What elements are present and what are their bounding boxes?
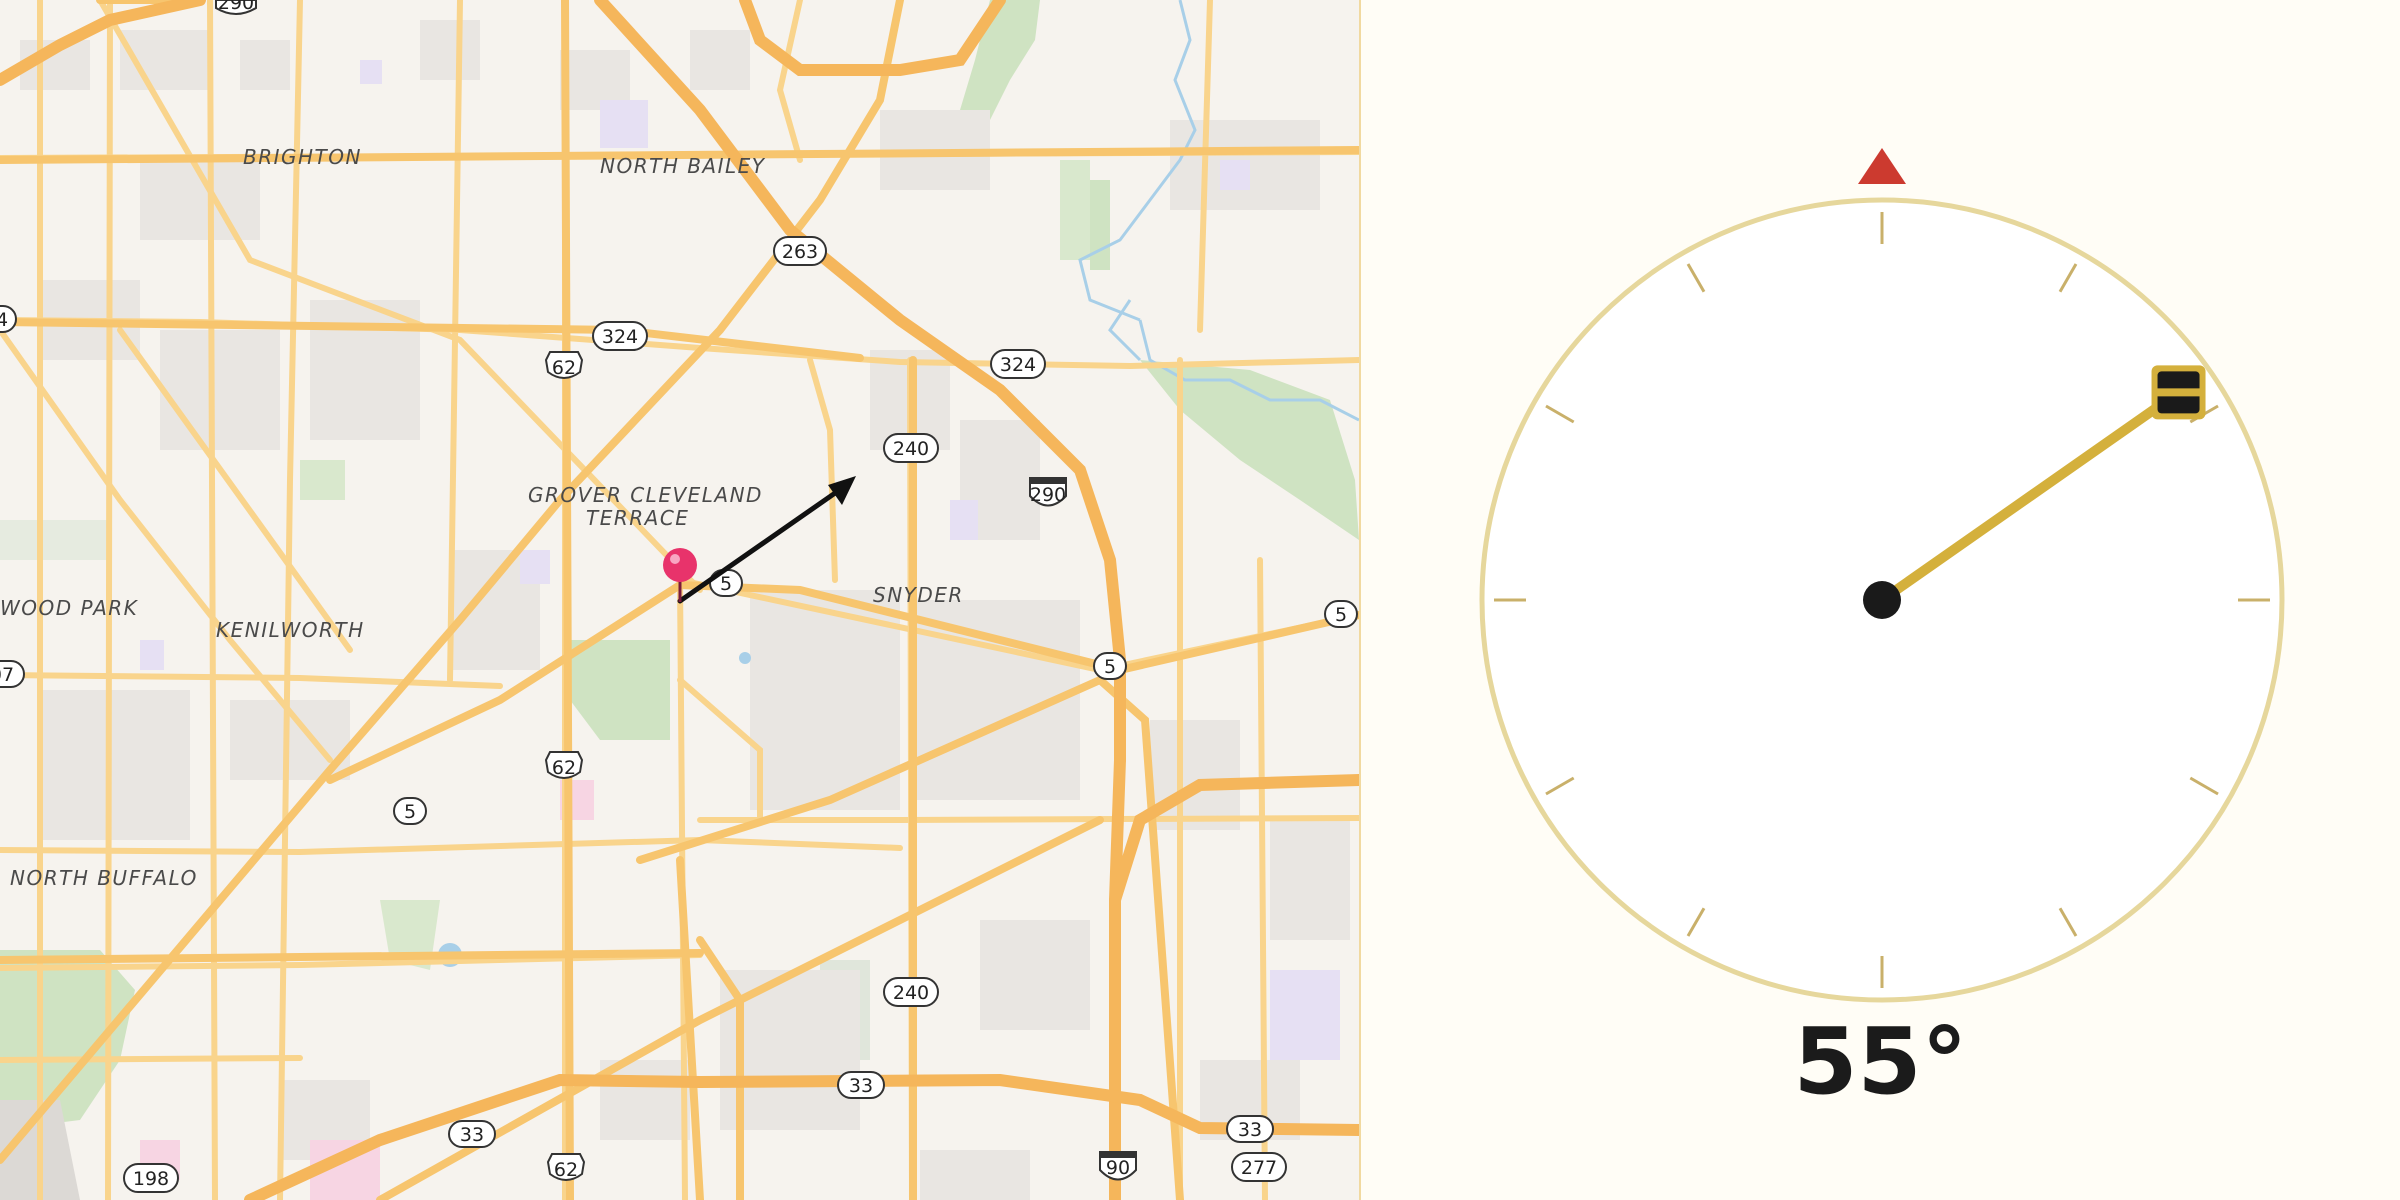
svg-text:324: 324 [1000,354,1036,376]
place-label-snyder: SNYDER [873,583,964,607]
state-shield: 33 [448,1120,496,1148]
needle-handle-icon[interactable] [2151,365,2206,420]
place-label-terrace: TERRACE [586,506,689,530]
state-shield: 324 [592,321,648,351]
state-shield: 198 [123,1163,179,1193]
svg-text:277: 277 [1241,1157,1277,1179]
compass-hub [1863,581,1901,619]
place-label-grover-cleveland: GROVER CLEVELAND [528,483,763,507]
place-label-wood-park: WOOD PARK [0,596,139,620]
state-shield: 240 [883,977,939,1007]
map-view[interactable]: BRIGHTON NORTH BAILEY GROVER CLEVELAND T… [0,0,1359,1200]
state-shield: 33 [837,1071,885,1099]
svg-text:290: 290 [218,0,254,14]
state-shield: 4 [0,305,17,333]
state-shield: 5 [1093,652,1127,680]
state-shield: 5 [393,797,427,825]
svg-text:62: 62 [552,757,576,779]
place-label-brighton: BRIGHTON [243,145,362,169]
state-shield: 5 [1324,600,1358,628]
svg-text:240: 240 [893,438,929,460]
state-shield: 277 [1231,1152,1287,1182]
state-shield: 263 [773,236,827,266]
svg-text:62: 62 [552,357,576,379]
svg-text:5: 5 [404,801,416,823]
svg-text:5: 5 [1335,604,1347,626]
interstate-shield: 290 [215,0,257,15]
interstate-shield: 290 [1029,477,1067,507]
us-shield: 62 [546,1153,586,1181]
state-shield: 33 [1226,1115,1274,1143]
svg-text:33: 33 [460,1124,484,1146]
us-shield: 62 [544,351,584,379]
svg-text:290: 290 [1030,484,1066,506]
svg-text:198: 198 [133,1168,169,1190]
place-label-north-buffalo: NORTH BUFFALO [10,866,198,890]
state-shield: 07 [0,660,25,688]
north-triangle-icon [1858,148,1906,184]
state-shield: 240 [883,433,939,463]
svg-text:33: 33 [1238,1119,1262,1141]
svg-text:263: 263 [782,241,818,263]
svg-text:90: 90 [1106,1157,1130,1179]
svg-text:62: 62 [554,1159,578,1181]
svg-text:5: 5 [1104,656,1116,678]
svg-text:5: 5 [720,573,732,595]
interstate-shield: 90 [1099,1151,1137,1181]
state-shield: 324 [990,349,1046,379]
compass-panel: 55° [1361,0,2400,1200]
heading-readout: 55° [1793,1008,1968,1115]
svg-text:324: 324 [602,326,638,348]
us-shield: 62 [544,751,584,779]
place-label-north-bailey: NORTH BAILEY [600,154,766,178]
svg-text:33: 33 [849,1075,873,1097]
place-label-kenilworth: KENILWORTH [216,618,365,642]
svg-text:07: 07 [0,664,14,686]
svg-text:240: 240 [893,982,929,1004]
svg-text:4: 4 [0,309,8,331]
